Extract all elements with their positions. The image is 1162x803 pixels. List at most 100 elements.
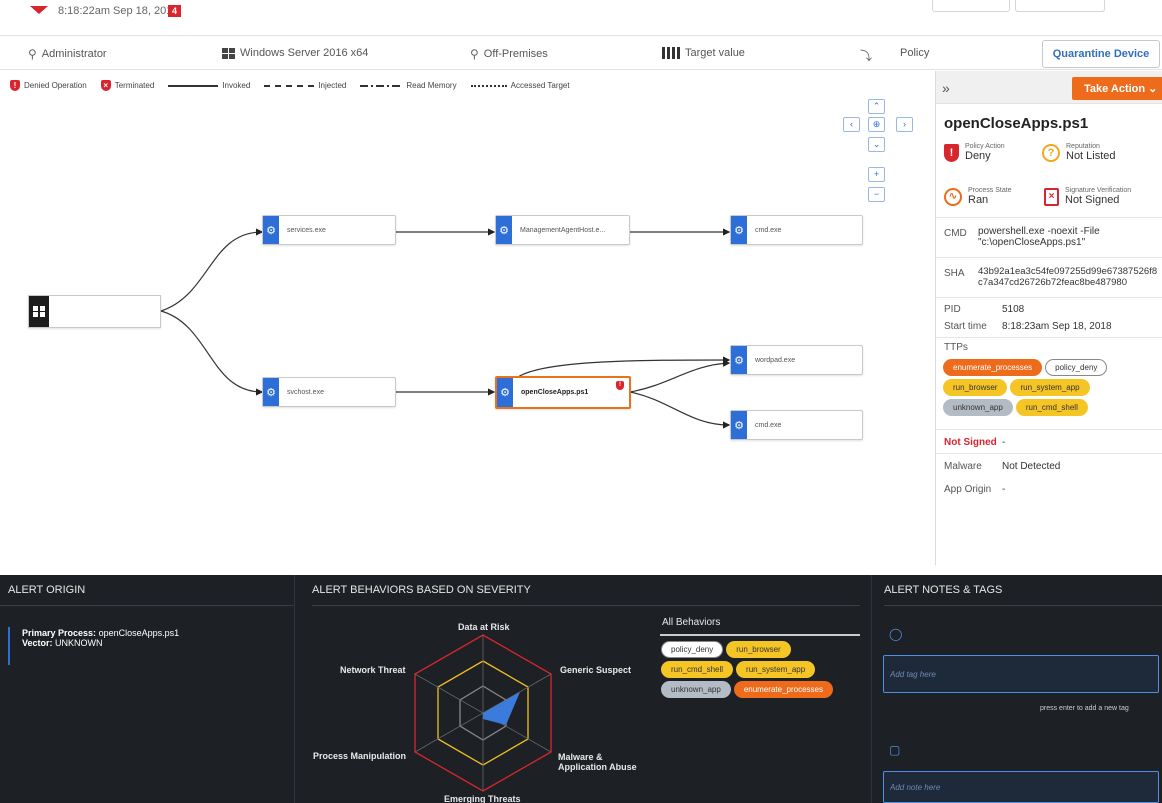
alert-timestamp: 8:18:22am Sep 18, 2018: [58, 5, 179, 17]
cmd-value: powershell.exe -noexit -File "c:\openClo…: [978, 226, 1100, 248]
ttp-tag[interactable]: run_browser: [943, 379, 1008, 396]
alert-count-badge: 4: [168, 5, 182, 17]
center-button[interactable]: ⊕: [868, 117, 885, 132]
malware-value: Not Detected: [1002, 461, 1061, 472]
node-services[interactable]: ⚙ services.exe: [262, 215, 396, 245]
panel-header: » Take Action ⌄: [936, 71, 1162, 104]
gear-icon: ⚙: [731, 346, 747, 374]
policy-link[interactable]: Policy: [900, 47, 929, 59]
signature-verification: × Signature Verification Not Signed: [1044, 187, 1131, 206]
app-origin-row: App Origin -: [936, 477, 1162, 501]
node-label: openCloseApps.ps1: [521, 389, 589, 396]
collapse-panel-icon[interactable]: »: [942, 80, 950, 96]
zoom-out-button[interactable]: −: [868, 187, 885, 202]
zoom-in-button[interactable]: +: [868, 167, 885, 182]
vector-value: UNKNOWN: [55, 638, 103, 648]
node-svchost[interactable]: ⚙ svchost.exe: [262, 377, 396, 407]
node-label: services.exe: [287, 226, 326, 234]
process-detail-panel: » Take Action ⌄ openCloseApps.ps1 ! Poli…: [935, 71, 1162, 565]
ttp-tag[interactable]: policy_deny: [1045, 359, 1108, 376]
app-origin-value: -: [1002, 484, 1006, 495]
pulse-icon: ∿: [944, 187, 962, 206]
origin-accent-bar: [8, 627, 10, 665]
signature-value: Not Signed: [1065, 194, 1120, 206]
header-button-2[interactable]: [1015, 0, 1105, 12]
behaviors-title: ALERT BEHAVIORS BASED ON SEVERITY: [312, 584, 531, 596]
target-label: Target value: [685, 47, 745, 59]
pan-right-button[interactable]: ›: [896, 117, 913, 132]
radar-label-data-at-risk: Data at Risk: [458, 622, 510, 632]
ttp-tag[interactable]: unknown_app: [943, 399, 1013, 416]
gear-icon: ⚙: [263, 378, 279, 406]
add-tag-input[interactable]: [883, 655, 1159, 693]
legend-invoked-label: Invoked: [222, 81, 251, 90]
pan-down-button[interactable]: ⌄: [868, 137, 885, 152]
node-cmd-2[interactable]: ⚙ cmd.exe: [730, 410, 863, 440]
severity-chevron-icon: [30, 6, 48, 14]
primary-process-value: openCloseApps.ps1: [98, 628, 180, 638]
ttp-tag[interactable]: run_cmd_shell: [1015, 399, 1088, 416]
terminated-shield-icon: ×: [100, 80, 111, 91]
ttp-tag[interactable]: enumerate_processes: [943, 359, 1043, 376]
ttp-tags: enumerate_processes policy_deny run_brow…: [943, 359, 1155, 416]
target-value-icon: [662, 47, 680, 59]
gear-icon: ⚙: [263, 216, 279, 244]
cmd-value-line2: "c:\openCloseApps.ps1": [978, 237, 1086, 248]
behavior-tag[interactable]: run_browser: [726, 641, 791, 658]
cmd-row: CMD powershell.exe -noexit -File "c:\ope…: [936, 217, 1162, 257]
take-action-button[interactable]: Take Action ⌄: [1072, 77, 1162, 100]
add-note-input[interactable]: [883, 771, 1159, 803]
section-divider: [871, 575, 872, 803]
pan-left-button[interactable]: ‹: [843, 117, 860, 132]
edge-opencloseapps-wordpad-2: [629, 359, 731, 393]
header-button-1[interactable]: [932, 0, 1010, 12]
take-action-label: Take Action: [1084, 83, 1146, 95]
node-opencloseapps-selected[interactable]: ⚙ openCloseApps.ps1 !: [495, 376, 631, 409]
policy-action-key: Policy Action: [965, 143, 1005, 150]
vector-key: Vector:: [22, 638, 53, 648]
behavior-tags: policy_deny run_browser run_cmd_shell ru…: [661, 641, 861, 698]
node-label: svchost.exe: [287, 388, 324, 396]
malware-row: Malware Not Detected: [936, 453, 1162, 477]
location-label: Off-Premises: [483, 48, 548, 60]
node-cmd-1[interactable]: ⚙ cmd.exe: [730, 215, 863, 245]
pan-up-button[interactable]: ⌃: [868, 99, 885, 114]
ttp-tag[interactable]: run_system_app: [1010, 379, 1090, 396]
behavior-tag[interactable]: enumerate_processes: [733, 681, 833, 698]
unsigned-file-icon: ×: [1044, 187, 1059, 206]
behavior-tag[interactable]: policy_deny: [661, 641, 724, 658]
gear-icon: ⚙: [496, 216, 512, 244]
graph-legend: ! Denied Operation × Terminated Invoked …: [10, 80, 570, 91]
start-time-key: Start time: [944, 321, 987, 332]
node-wordpad[interactable]: ⚙ wordpad.exe: [730, 345, 863, 375]
primary-process-key: Primary Process:: [22, 628, 97, 638]
dotted-line-icon: [470, 84, 507, 87]
behavior-tag[interactable]: run_cmd_shell: [661, 661, 734, 678]
cmd-value-line1: powershell.exe -noexit -File: [978, 226, 1100, 237]
severity-radar-chart: [414, 634, 552, 792]
reputation-value: Not Listed: [1066, 150, 1116, 162]
gear-icon: ⚙: [497, 378, 513, 407]
edge-opencloseapps-cmd: [629, 391, 731, 429]
alert-origin-title: ALERT ORIGIN: [8, 584, 86, 596]
location-info: ⚲ Off-Premises: [470, 47, 548, 61]
behavior-tag[interactable]: unknown_app: [661, 681, 731, 698]
graph-edges: [160, 228, 731, 429]
tag-icon: ◯: [889, 627, 903, 641]
legend-injected: Injected: [264, 81, 346, 90]
policy-info: ⤵: [860, 47, 872, 64]
node-label: cmd.exe: [755, 421, 782, 429]
sha-row: SHA 43b92a1ea3c54fe097255d99e67387526f8 …: [936, 257, 1162, 297]
all-behaviors-title: All Behaviors: [662, 617, 721, 628]
process-state: ∿ Process State Ran: [944, 187, 1012, 206]
edge-root-svchost: [160, 310, 264, 396]
process-tree-graph[interactable]: ⚙ services.exe ⚙ ManagementAgentHost.e..…: [0, 95, 935, 565]
node-management-agent-host[interactable]: ⚙ ManagementAgentHost.e...: [495, 215, 630, 245]
note-icon: ▢: [889, 743, 901, 757]
radar-label-malware: Malware & Application Abuse: [558, 752, 637, 772]
legend-denied-label: Denied Operation: [24, 81, 87, 90]
behavior-tag[interactable]: run_system_app: [736, 661, 816, 678]
windows-icon: [29, 296, 49, 327]
quarantine-device-button[interactable]: Quarantine Device: [1042, 40, 1160, 68]
root-node-windows[interactable]: [28, 295, 161, 328]
